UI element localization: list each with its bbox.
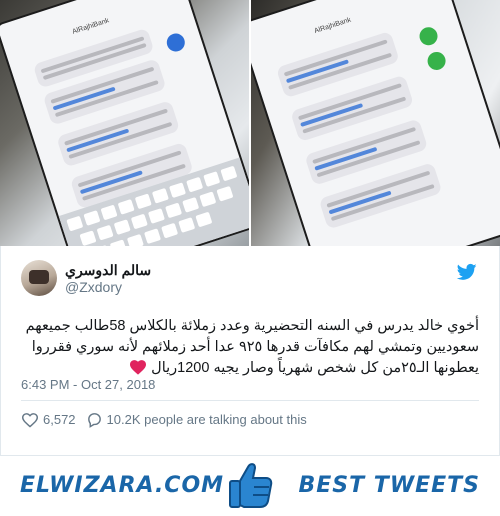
tweet-text: أخوي خالد يدرس في السنه التحضيرية وعدد ز… bbox=[21, 316, 479, 379]
user-handle[interactable]: @Zxdory bbox=[65, 279, 151, 295]
display-name[interactable]: سالم الدوسري bbox=[65, 262, 151, 279]
sms-sender: AlRajhiBank bbox=[313, 16, 352, 36]
speech-bubble-icon bbox=[87, 413, 101, 428]
call-button-icon bbox=[425, 49, 448, 73]
tweet-author[interactable]: سالم الدوسري @Zxdory bbox=[21, 260, 151, 296]
avatar[interactable] bbox=[21, 260, 57, 296]
thumbs-up-icon bbox=[229, 463, 273, 508]
like-button[interactable]: 6,572 bbox=[21, 412, 76, 428]
conversation-button[interactable]: 10.2K people are talking about this bbox=[86, 411, 307, 428]
talking-count: 10.2K people are talking about this bbox=[106, 412, 307, 427]
like-count: 6,572 bbox=[43, 412, 76, 427]
send-icon bbox=[164, 31, 188, 54]
phone-screen: AlRajhiBank bbox=[0, 0, 249, 246]
sms-screenshot-photo-right[interactable]: AlRajhiBank bbox=[251, 0, 500, 246]
tweet-card: سالم الدوسري @Zxdory أخوي خالد يدرس في ا… bbox=[0, 246, 500, 456]
site-name[interactable]: ELWIZARA.COM bbox=[20, 473, 224, 498]
tweet-media[interactable]: AlRajhiBank AlRajhiBank bbox=[0, 0, 500, 246]
tweet-timestamp[interactable]: 6:43 PM - Oct 27, 2018 bbox=[21, 377, 155, 392]
call-button-icon bbox=[417, 24, 440, 48]
phone-screen: AlRajhiBank bbox=[251, 0, 500, 246]
brand-banner: ELWIZARA.COM BEST TWEETS bbox=[0, 457, 500, 516]
tweet-body: أخوي خالد يدرس في السنه التحضيرية وعدد ز… bbox=[25, 318, 479, 376]
sms-sender: AlRajhiBank bbox=[71, 17, 110, 36]
tweet-actions: 6,572 10.2K people are talking about thi… bbox=[21, 411, 317, 428]
banner-tagline: BEST TWEETS bbox=[298, 473, 480, 498]
twitter-bird-icon[interactable] bbox=[457, 262, 477, 282]
heart-outline-icon bbox=[21, 412, 39, 428]
divider bbox=[21, 400, 479, 401]
author-names: سالم الدوسري @Zxdory bbox=[65, 262, 151, 295]
sms-screenshot-photo-left[interactable]: AlRajhiBank bbox=[0, 0, 249, 246]
heart-emoji-icon bbox=[130, 360, 147, 375]
